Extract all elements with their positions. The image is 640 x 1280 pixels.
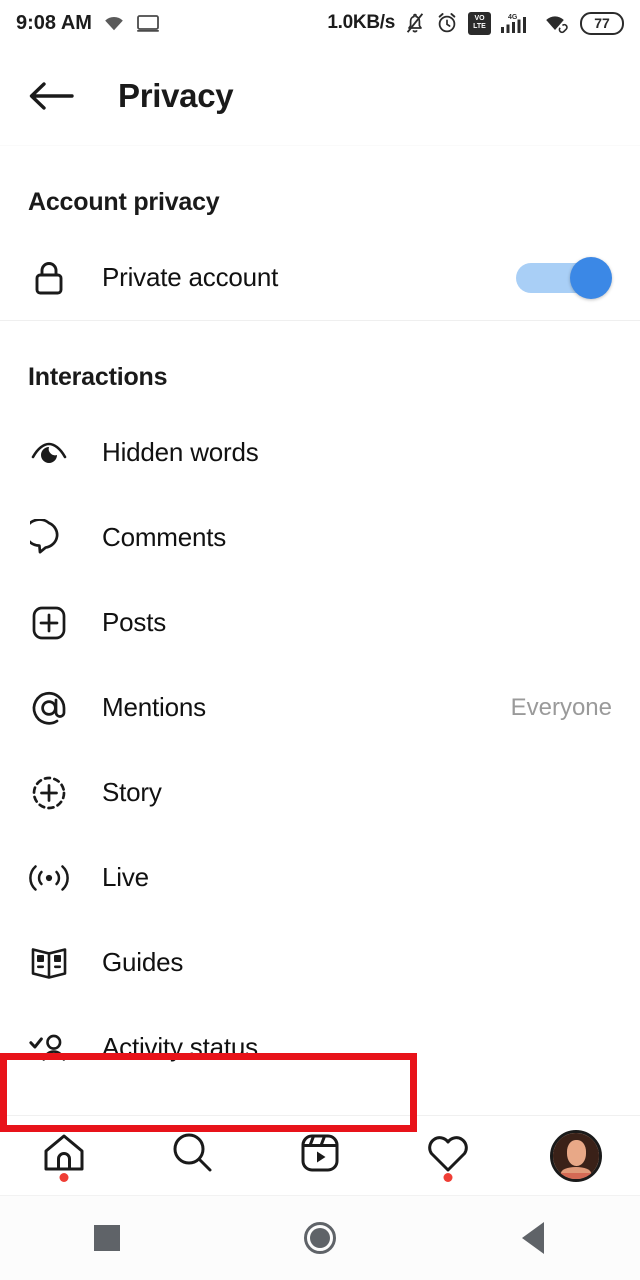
row-label-mentions: Mentions bbox=[102, 692, 206, 722]
section-interactions: Interactions Hidden words Comments Posts bbox=[0, 320, 640, 1090]
cast-screen-icon bbox=[136, 13, 160, 33]
live-broadcast-icon bbox=[28, 861, 70, 895]
lock-icon bbox=[28, 258, 70, 298]
tab-activity[interactable] bbox=[384, 1116, 512, 1195]
reels-icon bbox=[297, 1130, 343, 1181]
guides-book-icon bbox=[28, 945, 70, 981]
back-arrow-icon[interactable] bbox=[28, 79, 74, 113]
section-account-privacy: Account privacy Private account bbox=[0, 146, 640, 320]
activity-status-person-check-icon bbox=[28, 1030, 70, 1066]
row-hidden-words[interactable]: Hidden words bbox=[0, 410, 640, 495]
mention-at-icon bbox=[28, 688, 70, 728]
row-label-activity-status: Activity status bbox=[102, 1032, 258, 1062]
row-activity-status[interactable]: Activity status bbox=[0, 1005, 640, 1090]
avatar-face bbox=[566, 1139, 587, 1166]
status-bar-left: 9:08 AM bbox=[16, 12, 160, 35]
bell-muted-icon bbox=[404, 11, 426, 35]
page-title: Privacy bbox=[118, 76, 234, 114]
row-label-guides: Guides bbox=[102, 947, 184, 977]
tab-search[interactable] bbox=[128, 1116, 256, 1195]
svg-text:4G: 4G bbox=[508, 14, 518, 21]
row-label-comments: Comments bbox=[102, 522, 227, 552]
android-navigation-bar bbox=[0, 1195, 640, 1280]
tab-reels[interactable] bbox=[256, 1116, 384, 1195]
row-posts[interactable]: Posts bbox=[0, 580, 640, 665]
network-speed: 1.0KB/s bbox=[327, 12, 395, 33]
row-label-live: Live bbox=[102, 862, 149, 892]
row-label-story: Story bbox=[102, 777, 162, 807]
search-icon bbox=[169, 1130, 215, 1181]
tab-home[interactable] bbox=[0, 1116, 128, 1195]
row-comments[interactable]: Comments bbox=[0, 495, 640, 580]
battery-level: 77 bbox=[594, 15, 610, 31]
home-circle-icon[interactable] bbox=[213, 1222, 426, 1254]
hidden-words-eye-icon bbox=[28, 438, 70, 468]
row-private-account[interactable]: Private account bbox=[0, 235, 640, 320]
story-plus-icon bbox=[28, 774, 70, 812]
app-header: Privacy bbox=[0, 46, 640, 146]
section-title-account-privacy: Account privacy bbox=[28, 188, 220, 216]
avatar-shirt bbox=[553, 1172, 599, 1179]
row-mentions[interactable]: Mentions Everyone bbox=[0, 665, 640, 750]
wifi-connected-icon bbox=[543, 12, 571, 34]
row-value-mentions: Everyone bbox=[510, 693, 612, 721]
bottom-tab-bar bbox=[0, 1115, 640, 1195]
back-triangle-icon[interactable] bbox=[427, 1222, 640, 1254]
row-label-private-account: Private account bbox=[102, 262, 279, 292]
activity-badge-dot bbox=[443, 1173, 453, 1182]
wifi-icon bbox=[102, 13, 126, 33]
section-title-interactions: Interactions bbox=[28, 363, 168, 391]
row-label-hidden-words: Hidden words bbox=[102, 437, 259, 467]
alarm-clock-icon bbox=[435, 11, 459, 35]
comment-bubble-icon bbox=[28, 518, 70, 557]
battery-indicator: 77 bbox=[580, 11, 624, 35]
profile-avatar bbox=[550, 1129, 602, 1182]
volte-icon: VO LTE bbox=[468, 11, 491, 35]
recents-square-icon[interactable] bbox=[0, 1225, 213, 1251]
tab-profile[interactable] bbox=[512, 1116, 640, 1195]
status-bar: 9:08 AM 1.0KB/s VO LTE 4G 77 bbox=[0, 0, 640, 46]
status-time: 9:08 AM bbox=[16, 11, 92, 34]
volte-line-1: VO bbox=[474, 15, 485, 22]
row-story[interactable]: Story bbox=[0, 750, 640, 835]
row-live[interactable]: Live bbox=[0, 835, 640, 920]
cellular-signal-icon: 4G bbox=[500, 11, 534, 35]
private-account-toggle[interactable] bbox=[516, 256, 612, 299]
toggle-thumb bbox=[570, 256, 612, 299]
home-badge-dot bbox=[59, 1173, 69, 1182]
post-plus-icon bbox=[28, 604, 70, 642]
status-bar-right: 1.0KB/s VO LTE 4G 77 bbox=[327, 11, 624, 35]
row-guides[interactable]: Guides bbox=[0, 920, 640, 1005]
volte-line-2: LTE bbox=[473, 23, 486, 30]
row-label-posts: Posts bbox=[102, 607, 167, 637]
